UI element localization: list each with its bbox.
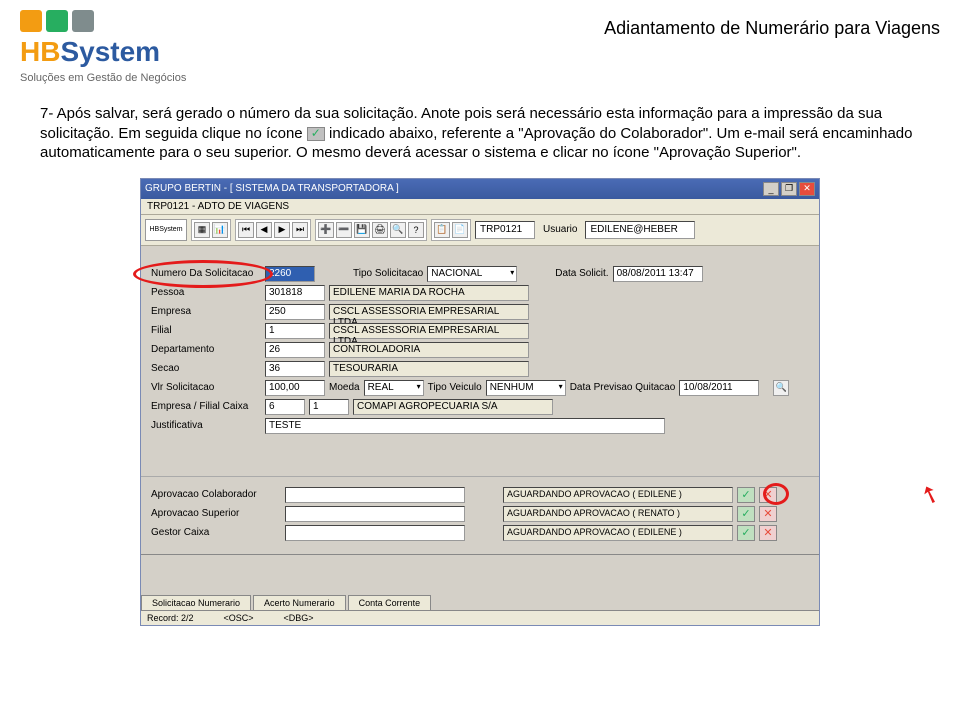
check-icon: ✓ xyxy=(307,127,325,141)
logo-tagline: Soluções em Gestão de Negócios xyxy=(20,72,186,84)
logo-icon-2 xyxy=(46,10,68,32)
toolbar-icon[interactable]: 📄 xyxy=(452,222,468,238)
toolbar-logo: HBSystem xyxy=(145,219,187,241)
app-screenshot: GRUPO BERTIN - [ SISTEMA DA TRANSPORTADO… xyxy=(140,178,820,626)
page-title: Adiantamento de Numerário para Viagens xyxy=(604,18,940,39)
label-pessoa: Pessoa xyxy=(151,287,261,298)
tab-conta[interactable]: Conta Corrente xyxy=(348,595,432,610)
label-data: Data Solicit. xyxy=(555,268,608,279)
input-emp-caixa[interactable]: 6 xyxy=(265,399,305,415)
label-empfilial: Empresa / Filial Caixa xyxy=(151,401,261,412)
input-filial-id[interactable]: 1 xyxy=(265,323,325,339)
input-pessoa-id[interactable]: 301818 xyxy=(265,285,325,301)
lookup-icon[interactable]: 🔍 xyxy=(773,380,789,396)
logo-text-2: System xyxy=(60,36,160,67)
nav-next-icon[interactable]: ▶ xyxy=(274,222,290,238)
reject-icon[interactable]: ✕ xyxy=(759,506,777,522)
logo-icon-3 xyxy=(72,10,94,32)
appr-status-2: AGUARDANDO APROVACAO ( RENATO ) xyxy=(503,506,733,522)
approval-section: Aprovacao Colaborador AGUARDANDO APROVAC… xyxy=(141,476,819,554)
search-icon[interactable]: 🔍 xyxy=(390,222,406,238)
input-justif[interactable]: TESTE xyxy=(265,418,665,434)
statusbar: Record: 2/2 <OSC> <DBG> xyxy=(141,610,819,625)
nav-last-icon[interactable]: ⏭ xyxy=(292,222,308,238)
input-filial-nome: CSCL ASSESSORIA EMPRESARIAL LTDA xyxy=(329,323,529,339)
nav-first-icon[interactable]: ⏮ xyxy=(238,222,254,238)
appr-label-2: Aprovacao Superior xyxy=(151,508,281,519)
appr-field-2[interactable] xyxy=(285,506,465,522)
input-tipo[interactable]: NACIONAL xyxy=(427,266,517,282)
input-secao-id[interactable]: 36 xyxy=(265,361,325,377)
tab-acerto[interactable]: Acerto Numerario xyxy=(253,595,346,610)
label-moeda: Moeda xyxy=(329,382,360,393)
label-empresa: Empresa xyxy=(151,306,261,317)
toolbar-code: TRP0121 xyxy=(475,221,535,239)
status-record: Record: 2/2 xyxy=(147,613,194,623)
label-secao: Secao xyxy=(151,363,261,374)
maximize-button[interactable]: ❐ xyxy=(781,182,797,196)
save-icon[interactable]: 💾 xyxy=(354,222,370,238)
help-icon[interactable]: ? xyxy=(408,222,424,238)
label-tipo: Tipo Solicitacao xyxy=(353,268,423,279)
delete-icon[interactable]: ➖ xyxy=(336,222,352,238)
approve-icon[interactable]: ✓ xyxy=(737,506,755,522)
logo-icon-1 xyxy=(20,10,42,32)
user-value: EDILENE@HEBER xyxy=(585,221,695,239)
input-vlr[interactable]: 100,00 xyxy=(265,380,325,396)
user-label: Usuario xyxy=(539,224,581,235)
input-empresa-id[interactable]: 250 xyxy=(265,304,325,320)
appr-field-3[interactable] xyxy=(285,525,465,541)
input-data: 08/08/2011 13:47 xyxy=(613,266,703,282)
form-area: Numero Da Solicitacao 2260 Tipo Solicita… xyxy=(141,246,819,476)
label-filial: Filial xyxy=(151,325,261,336)
label-num: Numero Da Solicitacao xyxy=(151,268,261,279)
approve-icon[interactable]: ✓ xyxy=(737,487,755,503)
input-depto-id[interactable]: 26 xyxy=(265,342,325,358)
input-secao-nome: TESOURARIA xyxy=(329,361,529,377)
input-veiculo[interactable]: NENHUM xyxy=(486,380,566,396)
input-empfilial-nome: COMAPI AGROPECUARIA S/A xyxy=(353,399,553,415)
reject-icon[interactable]: ✕ xyxy=(759,525,777,541)
logo-block: HBSystem Soluções em Gestão de Negócios xyxy=(20,10,186,84)
input-depto-nome: CONTROLADORIA xyxy=(329,342,529,358)
app-subtitle: TRP0121 - ADTO DE VIAGENS xyxy=(141,199,819,215)
status-osc: <OSC> xyxy=(224,613,254,623)
appr-label-1: Aprovacao Colaborador xyxy=(151,489,281,500)
status-dbg: <DBG> xyxy=(284,613,314,623)
label-quitacao: Data Previsao Quitacao xyxy=(570,382,676,393)
bottom-tabs: Solicitacao Numerario Acerto Numerario C… xyxy=(141,554,819,610)
input-quitacao[interactable]: 10/08/2011 xyxy=(679,380,759,396)
toolbar-icon[interactable]: 📊 xyxy=(212,222,228,238)
add-icon[interactable]: ➕ xyxy=(318,222,334,238)
label-veiculo: Tipo Veiculo xyxy=(428,382,482,393)
app-toolbar: HBSystem ▦ 📊 ⏮ ◀ ▶ ⏭ ➕ ➖ 💾 🖨 🔍 ? 📋 📄 TRP… xyxy=(141,215,819,246)
label-depto: Departamento xyxy=(151,344,261,355)
app-titlebar: GRUPO BERTIN - [ SISTEMA DA TRANSPORTADO… xyxy=(141,179,819,199)
instruction-text: 7- Após salvar, será gerado o número da … xyxy=(0,94,960,178)
appr-status-1: AGUARDANDO APROVACAO ( EDILENE ) xyxy=(503,487,733,503)
arrow-annotation: ➘ xyxy=(916,477,945,511)
label-vlr: Vlr Solicitacao xyxy=(151,382,261,393)
toolbar-icon[interactable]: ▦ xyxy=(194,222,210,238)
input-num[interactable]: 2260 xyxy=(265,266,315,282)
appr-status-3: AGUARDANDO APROVACAO ( EDILENE ) xyxy=(503,525,733,541)
input-moeda[interactable]: REAL xyxy=(364,380,424,396)
print-icon[interactable]: 🖨 xyxy=(372,222,388,238)
input-filial-caixa[interactable]: 1 xyxy=(309,399,349,415)
reject-icon[interactable]: ✕ xyxy=(759,487,777,503)
toolbar-icon[interactable]: 📋 xyxy=(434,222,450,238)
logo-text-1: HB xyxy=(20,36,60,67)
input-pessoa-nome: EDILENE MARIA DA ROCHA xyxy=(329,285,529,301)
appr-label-3: Gestor Caixa xyxy=(151,527,281,538)
input-empresa-nome: CSCL ASSESSORIA EMPRESARIAL LTDA xyxy=(329,304,529,320)
app-title: GRUPO BERTIN - [ SISTEMA DA TRANSPORTADO… xyxy=(145,183,399,194)
label-justif: Justificativa xyxy=(151,420,261,431)
tab-solicitacao[interactable]: Solicitacao Numerario xyxy=(141,595,251,610)
page-header: HBSystem Soluções em Gestão de Negócios … xyxy=(0,0,960,94)
nav-prev-icon[interactable]: ◀ xyxy=(256,222,272,238)
minimize-button[interactable]: _ xyxy=(763,182,779,196)
close-button[interactable]: ✕ xyxy=(799,182,815,196)
appr-field-1[interactable] xyxy=(285,487,465,503)
approve-icon[interactable]: ✓ xyxy=(737,525,755,541)
